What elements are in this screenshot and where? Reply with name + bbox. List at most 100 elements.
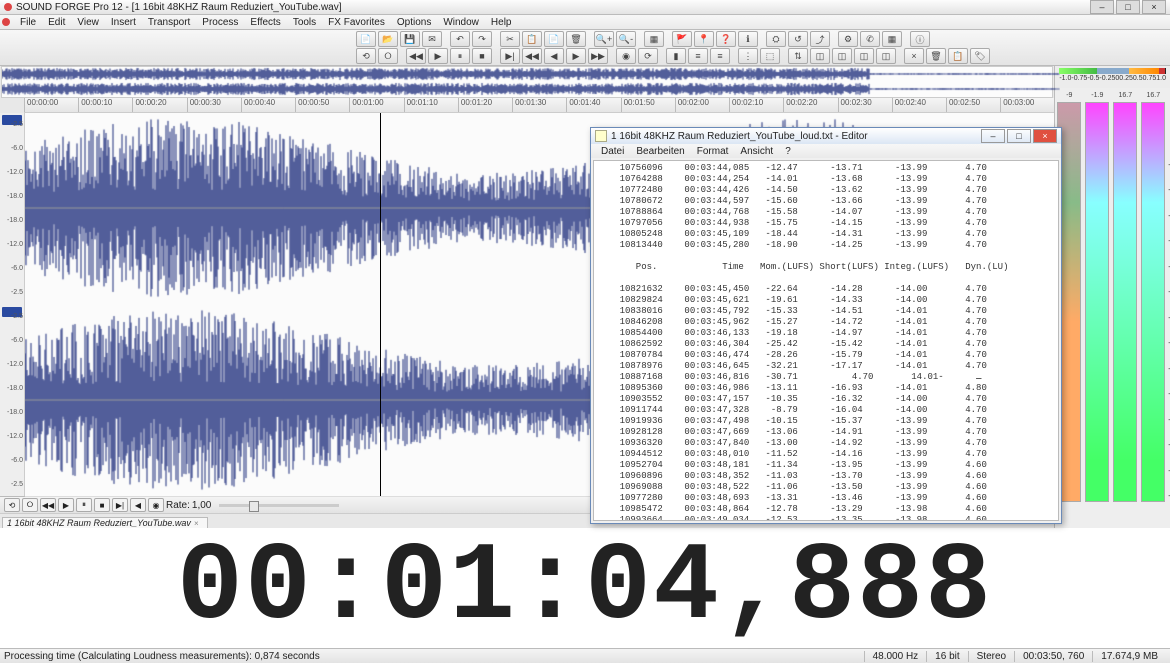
close-button[interactable]: × (1142, 0, 1166, 14)
toolbar-button[interactable]: ↷ (472, 31, 492, 47)
toolbar-button[interactable]: ✆ (860, 31, 880, 47)
toolbar-button[interactable]: ▶ (428, 48, 448, 64)
transport-button[interactable]: ⟲ (4, 498, 20, 512)
editor-menu: DateiBearbeitenFormatAnsicht? (591, 144, 1061, 158)
toolbar-button[interactable]: ≡ (688, 48, 708, 64)
transport-button[interactable]: ▶| (112, 498, 128, 512)
transport-button[interactable]: ◀◀ (40, 498, 56, 512)
toolbar-button[interactable]: ⋮ (738, 48, 758, 64)
editor-menu-datei[interactable]: Datei (595, 146, 630, 157)
toolbar-button[interactable]: 💾 (400, 31, 420, 47)
rate-slider[interactable] (219, 504, 339, 507)
toolbar-button[interactable]: ◫ (832, 48, 852, 64)
toolbar-button[interactable]: ↺ (788, 31, 808, 47)
toolbar-button[interactable]: × (904, 48, 924, 64)
toolbar-button[interactable]: ⓘ (910, 31, 930, 47)
editor-minimize-button[interactable]: – (981, 129, 1005, 143)
toolbar-button[interactable]: ▦ (644, 31, 664, 47)
toolbar-button[interactable]: ⟲ (356, 48, 376, 64)
menu-tools[interactable]: Tools (287, 17, 322, 28)
time-ruler[interactable]: 00:00:0000:00:1000:00:2000:00:3000:00:40… (24, 98, 1054, 113)
toolbar-button[interactable]: ▶▶ (588, 48, 608, 64)
waveform-area[interactable]: -2.5-6.0-12.0-18.0-18.0-12.0-6.0-2.5 -2.… (25, 113, 1054, 496)
editor-menu-bearbeiten[interactable]: Bearbeiten (630, 146, 690, 157)
toolbar-button[interactable]: ✂ (500, 31, 520, 47)
transport-button[interactable]: ■ (94, 498, 110, 512)
transport-button[interactable]: ▶ (58, 498, 74, 512)
toolbar-button[interactable]: 📄 (544, 31, 564, 47)
toolbar-button[interactable]: ⏸ (450, 48, 470, 64)
editor-menu-ansicht[interactable]: Ansicht (734, 146, 779, 157)
transport-button[interactable]: ⭘ (22, 498, 38, 512)
toolbar-button[interactable]: 🗑 (566, 31, 586, 47)
toolbar-row-2: ⟲⭘◀◀▶⏸■▶|◀◀◀▶▶▶◉⟳▮≡≡⋮⬚⇅◫◫◫◫×🗑📋🏷 (4, 48, 1166, 64)
playback-cursor[interactable] (380, 113, 381, 496)
toolbar-button[interactable]: ⛭ (766, 31, 786, 47)
toolbar-button[interactable]: ⚙ (838, 31, 858, 47)
menu-edit[interactable]: Edit (42, 17, 71, 28)
toolbar-button[interactable]: ◀◀ (406, 48, 426, 64)
minimize-button[interactable]: – (1090, 0, 1114, 14)
toolbar-button[interactable]: ◀◀ (522, 48, 542, 64)
vertical-meter-4[interactable]: 16.712-6-18-21-24-30-36-42-48-54-60-66-7… (1141, 92, 1165, 502)
toolbar-button[interactable]: ⟳ (638, 48, 658, 64)
toolbar-button[interactable]: ◫ (810, 48, 830, 64)
maximize-button[interactable]: □ (1116, 0, 1140, 14)
toolbar-button[interactable]: ⇅ (788, 48, 808, 64)
menu-help[interactable]: Help (485, 17, 518, 28)
transport-button[interactable]: ◀ (130, 498, 146, 512)
toolbar-button[interactable]: ⤴ (810, 31, 830, 47)
toolbar-row-1: 📄📂💾✉↶↷✂📋📄🗑🔍+🔍-▦🚩📍❓ℹ⛭↺⤴⚙✆▦ⓘ (4, 31, 1166, 47)
editor-menu-?[interactable]: ? (779, 146, 797, 157)
toolbar-button[interactable]: ❓ (716, 31, 736, 47)
menu-window[interactable]: Window (437, 17, 485, 28)
editor-titlebar[interactable]: 1 16bit 48KHZ Raum Reduziert_YouTube_lou… (591, 128, 1061, 144)
toolbar-button[interactable]: 📄 (356, 31, 376, 47)
toolbar-button[interactable]: ◀ (544, 48, 564, 64)
overview-waveform[interactable] (1, 66, 1053, 98)
loudness-editor-window[interactable]: 1 16bit 48KHZ Raum Reduziert_YouTube_lou… (590, 127, 1062, 524)
menu-transport[interactable]: Transport (142, 17, 196, 28)
menu-options[interactable]: Options (391, 17, 437, 28)
toolbar-button[interactable]: ✉ (422, 31, 442, 47)
toolbar-button[interactable]: ℹ (738, 31, 758, 47)
toolbar-button[interactable]: 📋 (948, 48, 968, 64)
editor-maximize-button[interactable]: □ (1007, 129, 1031, 143)
editor-close-button[interactable]: × (1033, 129, 1057, 143)
transport-button[interactable]: ⏸ (76, 498, 92, 512)
toolbar-button[interactable]: 📂 (378, 31, 398, 47)
rate-slider-knob[interactable] (249, 501, 259, 512)
vertical-meter-2[interactable]: -1.9 (1085, 92, 1109, 502)
menu-effects[interactable]: Effects (244, 17, 286, 28)
toolbar-button[interactable]: ◫ (876, 48, 896, 64)
toolbar-button[interactable]: ▶ (566, 48, 586, 64)
toolbar-button[interactable]: ◉ (616, 48, 636, 64)
editor-menu-format[interactable]: Format (691, 146, 735, 157)
menu-view[interactable]: View (71, 17, 105, 28)
menu-fx-favorites[interactable]: FX Favorites (322, 17, 391, 28)
toolbar-button[interactable]: ≡ (710, 48, 730, 64)
vertical-meter-3[interactable]: 16.7 (1113, 92, 1137, 502)
toolbar-button[interactable]: ↶ (450, 31, 470, 47)
toolbar-button[interactable]: 📍 (694, 31, 714, 47)
toolbar-button[interactable]: 🔍- (616, 31, 636, 47)
toolbar-button[interactable]: 🏷 (970, 48, 990, 64)
toolbar-button[interactable]: 🗑 (926, 48, 946, 64)
toolbar-button[interactable]: ▮ (666, 48, 686, 64)
menu-process[interactable]: Process (196, 17, 244, 28)
toolbar-button[interactable]: 🚩 (672, 31, 692, 47)
toolbar-button[interactable]: ◫ (854, 48, 874, 64)
toolbar-button[interactable]: 📋 (522, 31, 542, 47)
toolbar-button[interactable]: 🔍+ (594, 31, 614, 47)
editor-text[interactable]: 10756096 00:03:44,085 -12.47 -13.71 -13.… (593, 160, 1059, 521)
toolbar-button[interactable]: ▦ (882, 31, 902, 47)
menu-file[interactable]: File (14, 17, 42, 28)
toolbar-button[interactable]: ⬚ (760, 48, 780, 64)
menu-bar: FileEditViewInsertTransportProcessEffect… (0, 15, 1170, 30)
toolbar-button[interactable]: ▶| (500, 48, 520, 64)
toolbar-button[interactable]: ⭘ (378, 48, 398, 64)
transport-button[interactable]: ◉ (148, 498, 164, 512)
toolbar-button[interactable]: ■ (472, 48, 492, 64)
menu-insert[interactable]: Insert (105, 17, 142, 28)
notepad-icon (595, 130, 607, 142)
